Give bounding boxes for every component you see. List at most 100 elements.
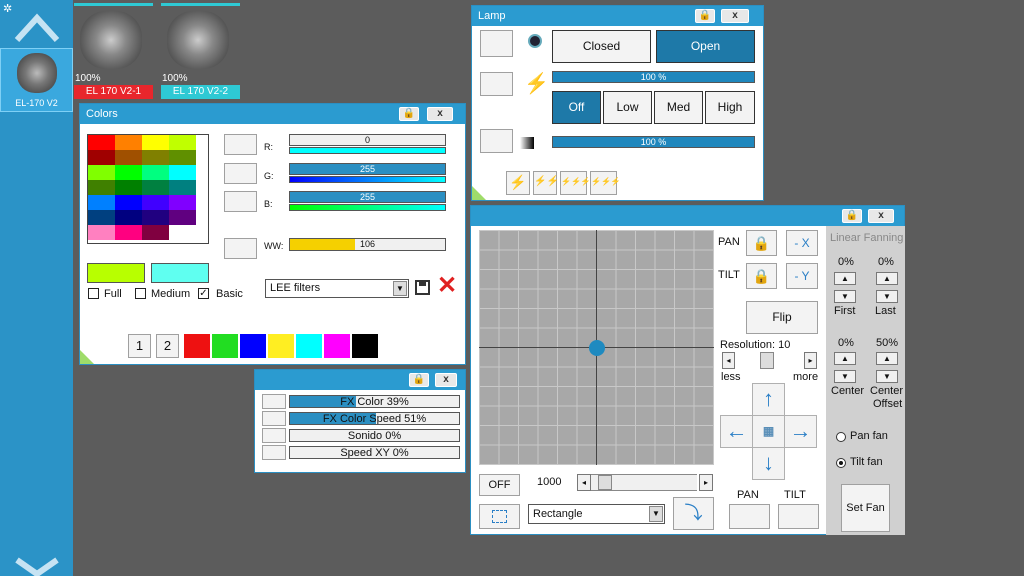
preset-color-swatch[interactable] [268,334,294,358]
lock-icon[interactable]: 🔒 [409,373,429,387]
fx-row-slider[interactable]: FX Color 39% [289,395,460,408]
fx-row-button[interactable] [262,411,286,426]
invert-y-button[interactable]: - Y [786,263,818,289]
palette-swatch[interactable] [142,165,169,180]
palette-swatch[interactable] [88,135,115,150]
medium-checkbox[interactable] [135,288,146,299]
close-icon[interactable]: x [427,107,453,121]
full-checkbox[interactable] [88,288,99,299]
preset-color-swatch[interactable] [324,334,350,358]
g-button[interactable] [224,163,257,184]
close-icon[interactable]: x [435,373,457,387]
strobe-1-button[interactable]: ⚡ [506,171,530,195]
tilt-lock-button[interactable]: 🔒 [746,263,777,289]
preset-color-swatch[interactable] [352,334,378,358]
speed-left-button[interactable]: ◂ [577,474,591,491]
arrow-down-icon[interactable]: ↓ [752,447,785,480]
palette-swatch[interactable] [88,195,115,210]
g-slider[interactable]: 255 [289,163,446,175]
shutter-button[interactable] [480,30,513,57]
palette-swatch[interactable] [169,195,196,210]
resize-corner-icon[interactable] [472,186,486,200]
shape-select[interactable]: Rectangle ▼ [528,504,665,524]
off-button[interactable]: OFF [479,474,520,496]
first-up-button[interactable]: ▲ [834,272,856,285]
palette-swatch[interactable] [169,135,196,150]
fx-row-slider[interactable]: Sonido 0% [289,429,460,442]
speed-slider-track[interactable] [591,474,697,491]
save-icon[interactable] [415,280,430,295]
first-down-button[interactable]: ▼ [834,290,856,303]
palette-swatch[interactable] [115,180,142,195]
last-down-button[interactable]: ▼ [876,290,898,303]
palette-swatch[interactable] [142,225,169,240]
palette-swatch[interactable] [88,150,115,165]
palette-swatch[interactable] [115,165,142,180]
palette-swatch[interactable] [142,210,169,225]
closed-button[interactable]: Closed [552,30,651,63]
preset-color-swatch[interactable] [240,334,266,358]
fx-row-button[interactable] [262,428,286,443]
palette-swatch[interactable] [115,210,142,225]
pan-lock-button[interactable]: 🔒 [746,230,777,256]
ww-button[interactable] [224,238,257,259]
offset-up-button[interactable]: ▲ [876,352,898,365]
ww-slider[interactable]: 106 [289,238,446,251]
resolution-right-button[interactable]: ▸ [804,352,817,369]
palette-swatch[interactable] [88,210,115,225]
position-dot[interactable] [588,339,605,356]
dimmer-bar[interactable]: 100 % [552,71,755,83]
palette-swatch[interactable] [142,180,169,195]
palette-swatch[interactable] [169,210,196,225]
dimmer-button[interactable] [480,72,513,96]
strobe-3-button[interactable]: ⚡⚡⚡ [560,171,591,195]
page-2-button[interactable]: 2 [156,334,179,358]
speed-right-button[interactable]: ▸ [699,474,713,491]
center-up-button[interactable]: ▲ [834,352,856,365]
colors-titlebar[interactable]: Colors 🔒 x [80,104,465,124]
palette-swatch[interactable] [88,180,115,195]
palette-swatch[interactable] [142,150,169,165]
delete-icon[interactable]: ✕ [437,274,457,298]
filter-select[interactable]: LEE filters ▼ [265,279,409,298]
r-slider[interactable]: 0 [289,134,446,146]
resolution-slider-thumb[interactable] [760,352,774,369]
palette-swatch[interactable] [169,165,196,180]
chevron-down-icon[interactable]: ▼ [649,506,663,522]
tilt-fan-radio[interactable] [836,458,846,468]
sidebar-fixture-item[interactable]: EL-170 V2 [0,48,73,112]
palette-swatch[interactable] [88,165,115,180]
close-icon[interactable]: x [721,9,749,23]
close-icon[interactable]: x [868,209,894,223]
arrow-up-icon[interactable]: ↑ [752,383,785,416]
pan-tilt-grid[interactable] [479,230,714,465]
scroll-down-icon[interactable] [14,556,60,576]
arrow-right-icon[interactable]: → [784,415,817,448]
strobe-random-button[interactable]: ⚡⚡⚡ [590,171,621,195]
resize-corner-icon[interactable] [80,350,94,364]
flip-button[interactable]: Flip [746,301,818,334]
lock-icon[interactable]: 🔒 [695,9,715,23]
arrow-left-icon[interactable]: ← [720,415,753,448]
fx-titlebar[interactable]: 🔒 x [255,370,465,390]
center-button[interactable]: ▦ [752,415,785,448]
selection-button[interactable] [479,504,520,529]
palette-swatch[interactable] [115,195,142,210]
basic-checkbox[interactable]: ✓ [198,288,209,299]
lock-icon[interactable]: 🔒 [842,209,862,223]
open-button[interactable]: Open [656,30,755,63]
gear-icon[interactable]: ✲ [3,2,12,15]
palette-swatch[interactable] [115,225,142,240]
palette-swatch[interactable] [169,225,196,240]
resolution-left-button[interactable]: ◂ [722,352,735,369]
strobe-2-button[interactable]: ⚡⚡ [533,171,559,195]
palette-swatch[interactable] [142,195,169,210]
off-button[interactable]: Off [552,91,601,124]
preset-color-swatch[interactable] [296,334,322,358]
palette-swatch[interactable] [88,225,115,240]
shape-direction-button[interactable]: ⤵ [673,497,714,530]
b-button[interactable] [224,191,257,212]
fx-row-slider[interactable]: FX Color Speed 51% [289,412,460,425]
palette-swatch[interactable] [115,135,142,150]
preset-color-swatch[interactable] [212,334,238,358]
